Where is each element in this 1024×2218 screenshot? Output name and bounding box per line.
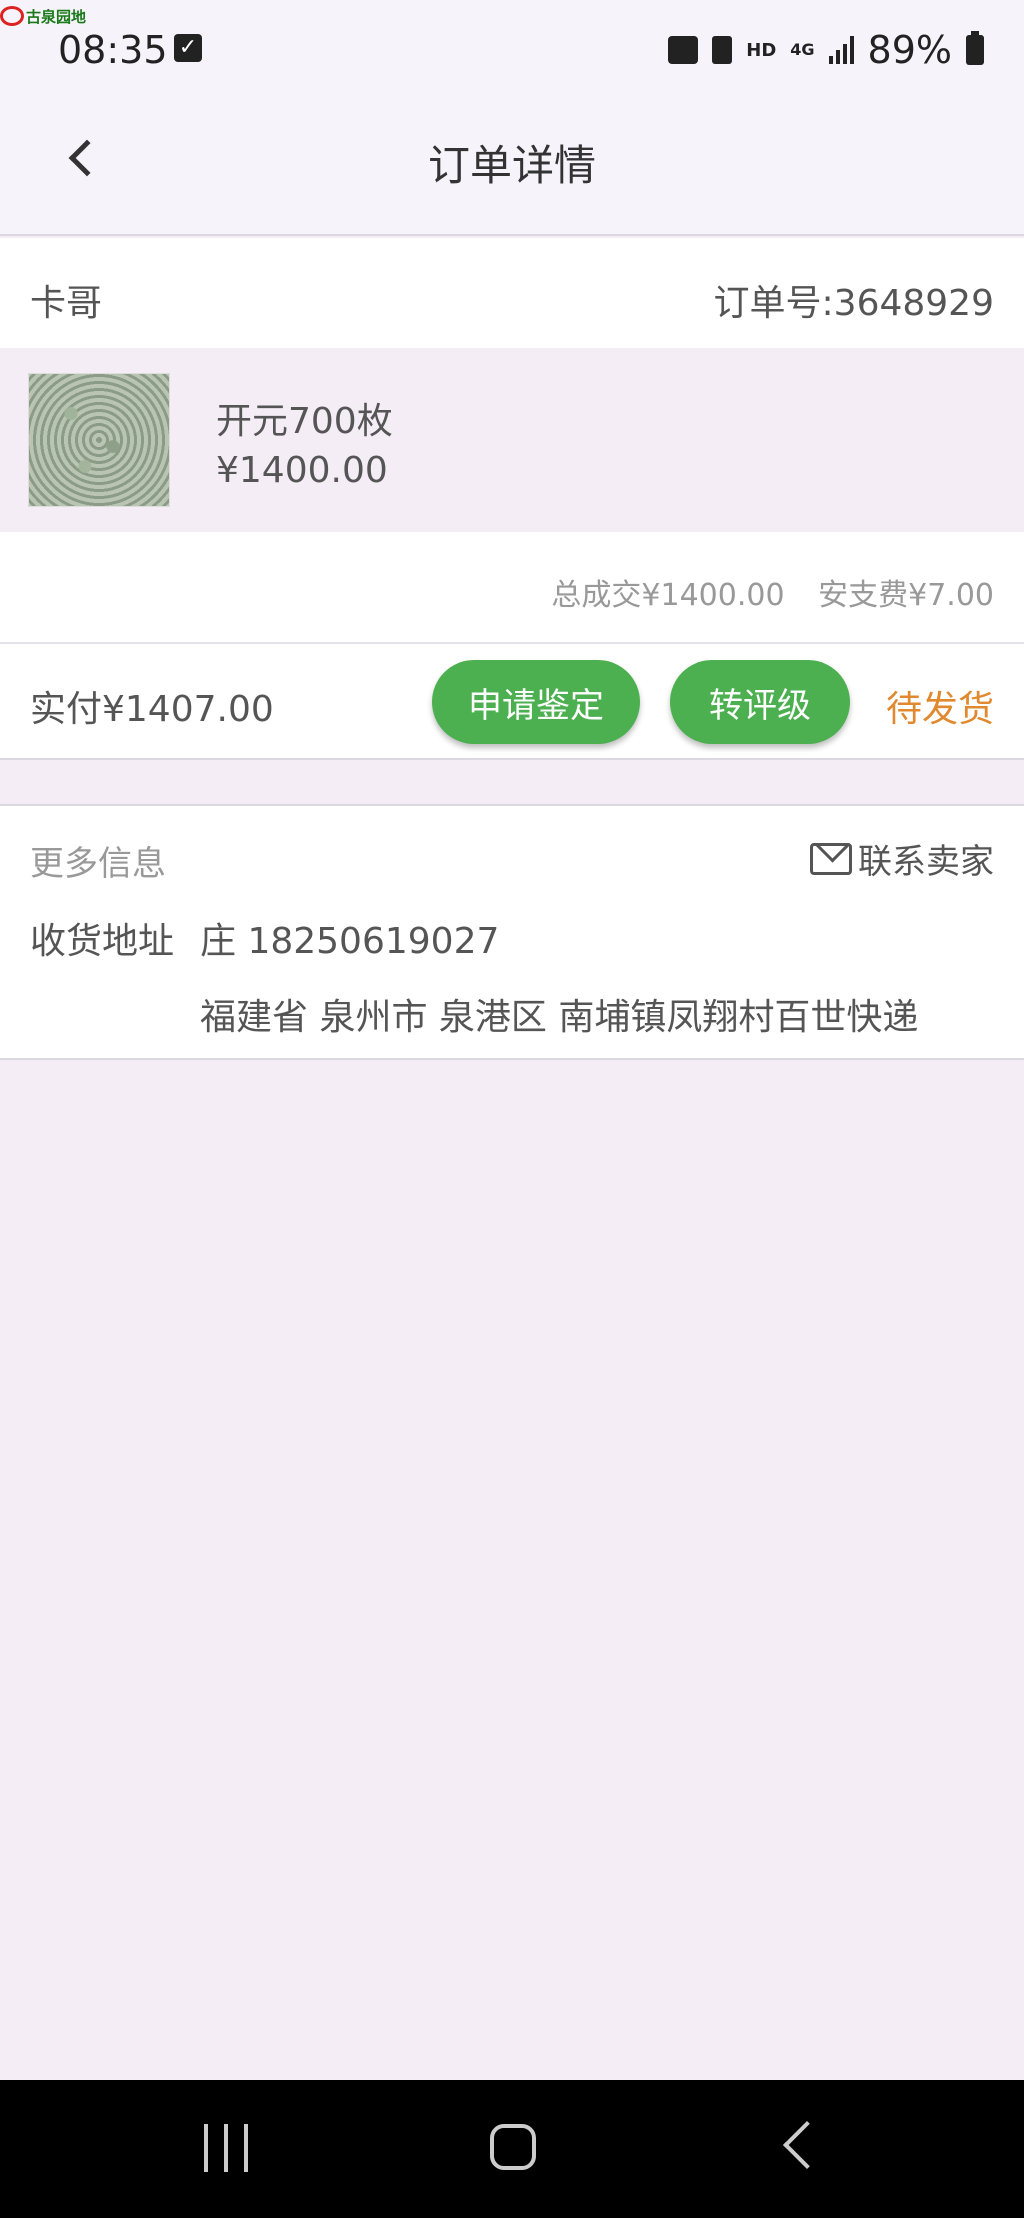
- system-nav-bar: [0, 2080, 1024, 2218]
- contact-seller-button[interactable]: 联系卖家: [810, 834, 994, 883]
- check-icon: ✓: [174, 34, 202, 62]
- total-amount: 总成交¥1400.00: [551, 578, 785, 613]
- payment-row: 实付¥1407.00 申请鉴定 转评级 待发货: [0, 644, 1024, 760]
- signal-icon: [828, 36, 854, 64]
- hd-indicator: HD: [746, 39, 777, 61]
- back-nav-icon[interactable]: [782, 2120, 832, 2170]
- product-image[interactable]: [28, 373, 170, 507]
- product-price: ¥1400.00: [216, 450, 388, 491]
- seller-row: 卡哥 订单号:3648929: [0, 238, 1024, 348]
- more-info-section: 更多信息 联系卖家 收货地址 庄 18250619027 福建省 泉州市 泉港区…: [0, 804, 1024, 1060]
- totals-text: 总成交¥1400.00 安支费¥7.00: [551, 570, 994, 614]
- seller-name: 卡哥: [30, 283, 103, 324]
- battery-saver-icon: [712, 36, 733, 64]
- battery-icon: [966, 31, 984, 65]
- order-number: 订单号:3648929: [713, 283, 994, 324]
- battery-percent: 89%: [867, 28, 952, 72]
- page-title: 订单详情: [427, 141, 596, 190]
- top-area: 古泉园地 08:35 ✓ HD 4G 89% 订单详情: [0, 0, 1024, 236]
- message-icon: [668, 36, 699, 64]
- network-indicator: 4G: [790, 40, 815, 59]
- status-icons: HD 4G 89%: [668, 28, 984, 72]
- product-row[interactable]: 开元700枚 ¥1400.00: [0, 348, 1024, 532]
- status-time: 08:35: [58, 28, 168, 72]
- recent-apps-icon[interactable]: [204, 2124, 248, 2172]
- fee-amount: 安支费¥7.00: [818, 578, 994, 613]
- apply-appraisal-button[interactable]: 申请鉴定: [432, 660, 640, 744]
- status-bar: 08:35 ✓ HD 4G 89%: [0, 20, 1024, 80]
- order-status: 待发货: [885, 689, 994, 730]
- more-info-title: 更多信息: [30, 844, 166, 884]
- paid-amount: 实付¥1407.00: [30, 689, 274, 730]
- address-label: 收货地址: [30, 921, 175, 962]
- transfer-grading-button[interactable]: 转评级: [670, 660, 850, 744]
- contact-seller-label: 联系卖家: [858, 842, 994, 882]
- totals-row: 总成交¥1400.00 安支费¥7.00: [0, 532, 1024, 644]
- home-icon[interactable]: [490, 2124, 536, 2170]
- product-name: 开元700枚: [216, 401, 393, 442]
- mail-icon: [810, 842, 852, 875]
- shipping-address: 福建省 泉州市 泉港区 南埔镇凤翔村百世快递: [200, 997, 919, 1038]
- recipient-info: 庄 18250619027: [200, 921, 500, 962]
- app-header: 订单详情: [0, 100, 1024, 220]
